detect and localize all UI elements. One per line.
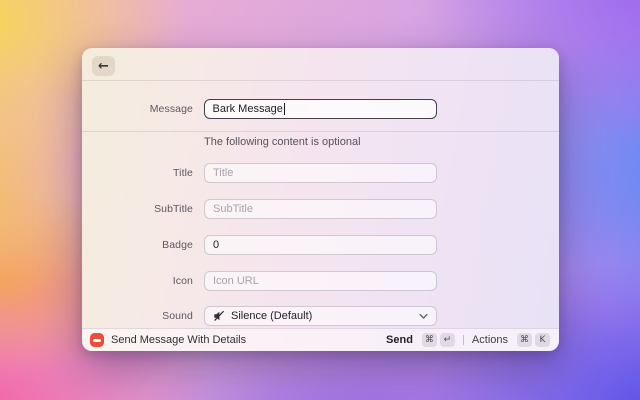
action-bar-right: Send ⌘ ↵ Actions ⌘ K — [386, 333, 550, 347]
sound-value: Silence (Default) — [231, 310, 313, 322]
send-button[interactable]: Send ⌘ ↵ — [386, 333, 455, 347]
window-header: ← — [82, 48, 559, 81]
footer-divider — [462, 335, 464, 345]
sound-dropdown[interactable]: Silence (Default) — [204, 306, 437, 326]
section-divider — [82, 131, 559, 132]
subtitle-row: SubTitle SubTitle — [82, 199, 559, 219]
command-title: Send Message With Details — [111, 334, 247, 346]
action-bar: Send Message With Details Send ⌘ ↵ Actio… — [82, 328, 559, 351]
subtitle-placeholder: SubTitle — [213, 203, 253, 215]
icon-url-placeholder: Icon URL — [213, 275, 259, 287]
form-body: Message Bark Message The following conte… — [82, 81, 559, 328]
cmd-key-icon: ⌘ — [517, 333, 532, 347]
message-label: Message — [149, 103, 193, 115]
cmd-key-icon: ⌘ — [421, 333, 437, 347]
actions-button-label: Actions — [471, 334, 508, 346]
icon-url-input[interactable]: Icon URL — [204, 271, 437, 291]
return-key-icon: ↵ — [439, 333, 455, 347]
title-input[interactable]: Title — [204, 163, 437, 183]
back-button[interactable]: ← — [92, 56, 115, 76]
badge-label: Badge — [162, 239, 193, 251]
badge-value: 0 — [213, 239, 220, 251]
optional-note: The following content is optional — [204, 136, 361, 148]
text-caret — [283, 103, 286, 115]
title-placeholder: Title — [213, 167, 234, 179]
desktop-background: ← Message Bark Message The following con… — [0, 0, 640, 400]
title-row: Title Title — [82, 163, 559, 183]
raycast-window: ← Message Bark Message The following con… — [82, 48, 559, 351]
back-arrow-icon: ← — [98, 58, 109, 74]
speaker-slash-icon — [213, 310, 225, 322]
chevron-down-icon — [419, 313, 428, 320]
actions-menu-button[interactable]: Actions ⌘ K — [472, 333, 550, 347]
send-button-label: Send — [386, 334, 413, 346]
title-label: Title — [173, 167, 193, 179]
k-key: K — [535, 333, 550, 347]
subtitle-input[interactable]: SubTitle — [204, 199, 437, 219]
message-input[interactable]: Bark Message — [204, 99, 437, 119]
subtitle-label: SubTitle — [154, 203, 193, 215]
icon-row: Icon Icon URL — [82, 271, 559, 291]
sound-label: Sound — [162, 310, 193, 322]
sound-row: Sound Silence (Default) — [82, 306, 559, 326]
icon-label: Icon — [172, 275, 193, 287]
badge-input[interactable]: 0 — [204, 235, 437, 255]
message-value: Bark Message — [212, 103, 283, 115]
message-row: Message Bark Message — [82, 99, 559, 119]
badge-row: Badge 0 — [82, 235, 559, 255]
bark-app-icon — [90, 333, 104, 347]
